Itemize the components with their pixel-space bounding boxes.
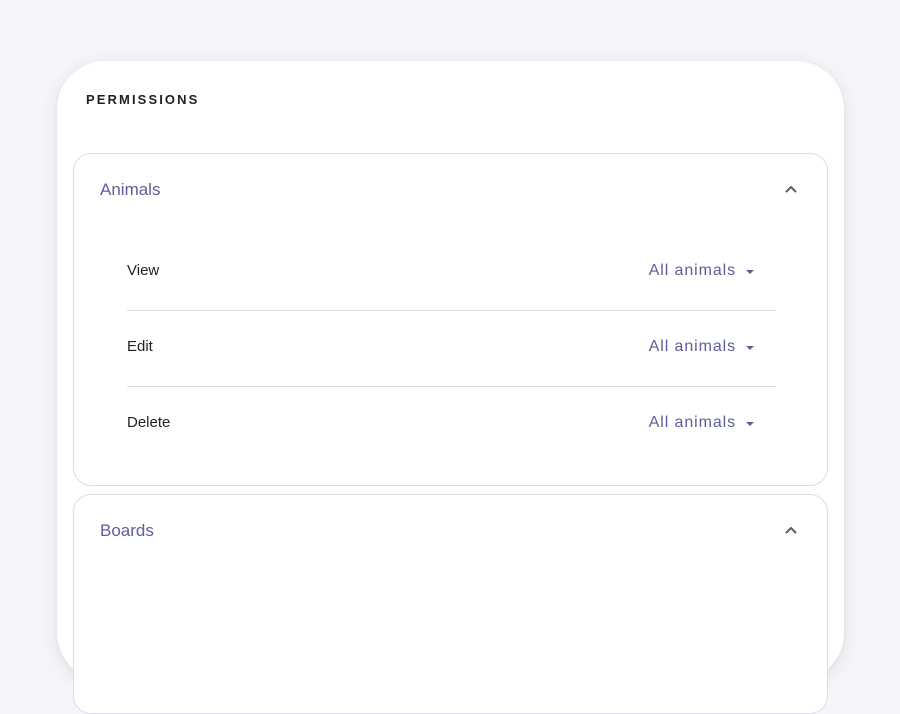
edit-scope-value: All animals: [648, 338, 736, 355]
animals-panel: Animals View All animals Edit All animal…: [73, 153, 828, 486]
boards-panel: Boards: [73, 494, 828, 714]
boards-panel-title: Boards: [100, 521, 154, 540]
delete-scope-value: All animals: [648, 414, 736, 431]
delete-scope-select[interactable]: All animals: [649, 414, 754, 432]
caret-down-icon: [746, 345, 754, 350]
permission-label-delete: Delete: [127, 414, 171, 431]
chevron-up-icon[interactable]: [783, 181, 799, 197]
edit-scope-select[interactable]: All animals: [649, 338, 754, 356]
caret-down-icon: [746, 421, 754, 426]
chevron-up-icon[interactable]: [783, 522, 799, 538]
permission-label-view: View: [127, 262, 160, 279]
permission-row-delete: Delete All animals: [127, 387, 776, 462]
permission-label-edit: Edit: [127, 338, 153, 355]
permissions-card: PERMISSIONS Animals View All animals Edi…: [57, 61, 844, 714]
caret-down-icon: [746, 269, 754, 274]
animals-panel-header[interactable]: Animals: [74, 154, 827, 224]
animals-permission-list: View All animals Edit All animals Delete…: [127, 235, 776, 462]
animals-panel-title: Animals: [100, 180, 161, 199]
permission-row-view: View All animals: [127, 235, 776, 311]
card-title: PERMISSIONS: [86, 92, 200, 107]
view-scope-value: All animals: [648, 262, 736, 279]
permission-row-edit: Edit All animals: [127, 311, 776, 387]
view-scope-select[interactable]: All animals: [649, 262, 754, 280]
boards-panel-header[interactable]: Boards: [74, 495, 827, 565]
